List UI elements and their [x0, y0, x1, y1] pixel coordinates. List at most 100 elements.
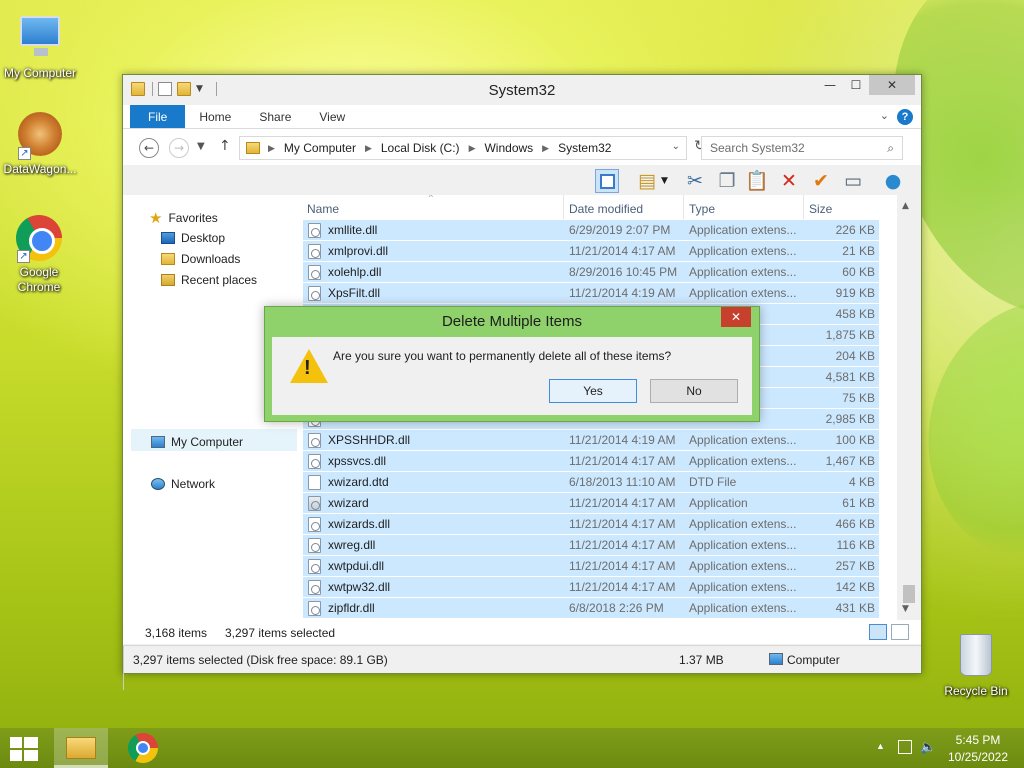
file-size: 4 KB	[848, 475, 875, 489]
status-selected: 3,297 items selected (Disk free space: 8…	[133, 653, 388, 667]
desktop-icon-my-computer[interactable]: My Computer	[0, 10, 80, 81]
breadcrumb-my-computer[interactable]: My Computer	[284, 141, 356, 155]
table-row[interactable]: xolehlp.dll 8/29/2016 10:45 PM Application…	[303, 262, 879, 283]
tab-view[interactable]: View	[305, 105, 359, 128]
chevron-right-icon[interactable]: ▶	[469, 143, 476, 154]
preview-pane-icon[interactable]	[595, 169, 619, 193]
nav-network[interactable]: Network	[151, 477, 215, 491]
file-size: 466 KB	[835, 517, 875, 531]
no-button[interactable]: No	[650, 379, 738, 403]
desktop-icon-datawagon[interactable]: ↗ DataWagon...	[0, 110, 80, 177]
file-date: 11/21/2014 4:17 AM	[569, 538, 676, 552]
file-type: Application extens...	[689, 580, 797, 594]
file-size: 61 KB	[842, 496, 875, 510]
table-row[interactable]: xwizards.dll 11/21/2014 4:17 AM Applicatio…	[303, 514, 879, 535]
network-icon[interactable]	[898, 740, 912, 754]
back-button[interactable]: ←	[139, 138, 159, 158]
breadcrumb-local-disk[interactable]: Local Disk (C:)	[381, 141, 460, 155]
close-button[interactable]: ✕	[869, 75, 915, 95]
vertical-scrollbar[interactable]: ▲ ▼	[897, 195, 921, 620]
dialog-message: Are you sure you want to permanently del…	[333, 349, 672, 363]
forward-button[interactable]: →	[169, 138, 189, 158]
scroll-down-icon[interactable]: ▼	[902, 604, 909, 614]
column-date-modified[interactable]: Date modified	[569, 202, 643, 216]
computer-icon	[769, 653, 783, 665]
nav-desktop[interactable]: Desktop	[161, 231, 225, 245]
column-size[interactable]: Size	[809, 202, 832, 216]
status-size: 1.37 MB	[679, 653, 724, 667]
window-titlebar[interactable]: ▼ System32 — ☐ ✕	[123, 75, 921, 105]
paste-icon[interactable]: 📋	[745, 169, 769, 193]
yes-button[interactable]: Yes	[549, 379, 637, 403]
table-row[interactable]: xwreg.dll 11/21/2014 4:17 AM Application e…	[303, 535, 879, 556]
table-row[interactable]: xwtpdui.dll 11/21/2014 4:17 AM Application…	[303, 556, 879, 577]
nav-favorites[interactable]: ★ Favorites	[149, 209, 218, 227]
globe-icon[interactable]: ●	[881, 169, 905, 193]
folder-options-icon[interactable]: ▤	[635, 169, 659, 193]
chevron-right-icon[interactable]: ▶	[365, 143, 372, 154]
file-name: xwtpw32.dll	[328, 580, 391, 594]
scrollbar-thumb[interactable]	[903, 585, 915, 603]
breadcrumb-system32[interactable]: System32	[558, 141, 611, 155]
dialog-close-button[interactable]: ✕	[721, 307, 751, 327]
up-button[interactable]: ↑	[219, 138, 231, 154]
nav-downloads[interactable]: Downloads	[161, 252, 240, 266]
tab-file[interactable]: File	[130, 105, 186, 128]
taskbar-chrome-icon[interactable]	[128, 733, 158, 763]
checkmark-icon[interactable]: ✔	[809, 169, 833, 193]
chevron-down-icon[interactable]: ⌄	[672, 141, 680, 152]
table-row[interactable]: xwtpw32.dll 11/21/2014 4:17 AM Application…	[303, 577, 879, 598]
cut-icon[interactable]: ✂	[683, 169, 707, 193]
column-headers: ^ Name Date modified Type Size	[299, 195, 897, 219]
chevron-right-icon[interactable]: ▶	[268, 143, 275, 154]
items-count: 3,168 items	[145, 626, 208, 640]
table-row[interactable]: XpsFilt.dll 11/21/2014 4:19 AM Application…	[303, 283, 879, 304]
dll-file-icon	[308, 265, 321, 280]
delete-icon[interactable]: ✕	[777, 169, 801, 193]
volume-icon[interactable]: 🔈	[920, 739, 936, 755]
search-icon[interactable]: ⌕	[887, 137, 894, 159]
table-row[interactable]: xpssvcs.dll 11/21/2014 4:17 AM Application…	[303, 451, 879, 472]
table-row[interactable]: zipfldr.dll 6/8/2018 2:26 PM Application e…	[303, 598, 879, 619]
show-hidden-icons-icon[interactable]: ▲	[876, 741, 885, 751]
chevron-right-icon[interactable]: ▶	[542, 143, 549, 154]
column-type[interactable]: Type	[689, 202, 715, 216]
details-view-icon[interactable]	[869, 624, 887, 640]
desktop-icon-chrome[interactable]: ↗ Google Chrome	[0, 214, 78, 295]
nav-my-computer[interactable]: My Computer	[151, 435, 243, 449]
maximize-button[interactable]: ☐	[843, 75, 869, 95]
recent-locations-icon[interactable]: ▼	[197, 141, 205, 152]
clock-date[interactable]: 10/25/2022	[942, 750, 1014, 764]
shortcut-arrow-icon: ↗	[17, 250, 30, 263]
column-name[interactable]: Name	[307, 202, 339, 216]
desktop-icon-recycle-bin[interactable]: Recycle Bin	[936, 630, 1016, 699]
file-date: 11/21/2014 4:17 AM	[569, 559, 676, 573]
nav-recent-places[interactable]: Recent places	[161, 273, 257, 287]
dll-file-icon	[308, 244, 321, 259]
address-bar[interactable]: ▶ My Computer ▶ Local Disk (C:) ▶ Window…	[239, 136, 687, 160]
minimize-button[interactable]: —	[817, 75, 843, 95]
rename-icon[interactable]: ▭	[841, 169, 865, 193]
search-input[interactable]: Search System32 ⌕	[701, 136, 903, 160]
breadcrumb-windows[interactable]: Windows	[484, 141, 533, 155]
scroll-up-icon[interactable]: ▲	[902, 201, 909, 211]
chevron-down-icon[interactable]: ▼	[661, 169, 685, 193]
help-icon[interactable]: ?	[897, 109, 913, 125]
desktop-icon-label: DataWagon...	[3, 162, 77, 176]
table-row[interactable]: XPSSHHDR.dll 11/21/2014 4:19 AM Applicatio…	[303, 430, 879, 451]
large-icons-view-icon[interactable]	[891, 624, 909, 640]
table-row[interactable]: xwizard.dtd 6/18/2013 11:10 AM DTD File 4 K…	[303, 472, 879, 493]
expand-ribbon-icon[interactable]: ⌄	[880, 109, 889, 122]
table-row[interactable]: xmlprovi.dll 11/21/2014 4:17 AM Applicatio…	[303, 241, 879, 262]
folder-icon	[246, 142, 260, 154]
start-button[interactable]	[10, 737, 38, 761]
copy-icon[interactable]: ❐	[715, 169, 739, 193]
file-size: 257 KB	[835, 559, 875, 573]
tab-share[interactable]: Share	[245, 105, 305, 128]
table-row[interactable]: xwizard 11/21/2014 4:17 AM Application 61 K…	[303, 493, 879, 514]
table-row[interactable]: xmllite.dll 6/29/2019 2:07 PM Application …	[303, 220, 879, 241]
tab-home[interactable]: Home	[185, 105, 245, 128]
taskbar-file-explorer[interactable]	[54, 728, 108, 768]
file-type: Application extens...	[689, 559, 797, 573]
clock-time[interactable]: 5:45 PM	[942, 733, 1014, 747]
